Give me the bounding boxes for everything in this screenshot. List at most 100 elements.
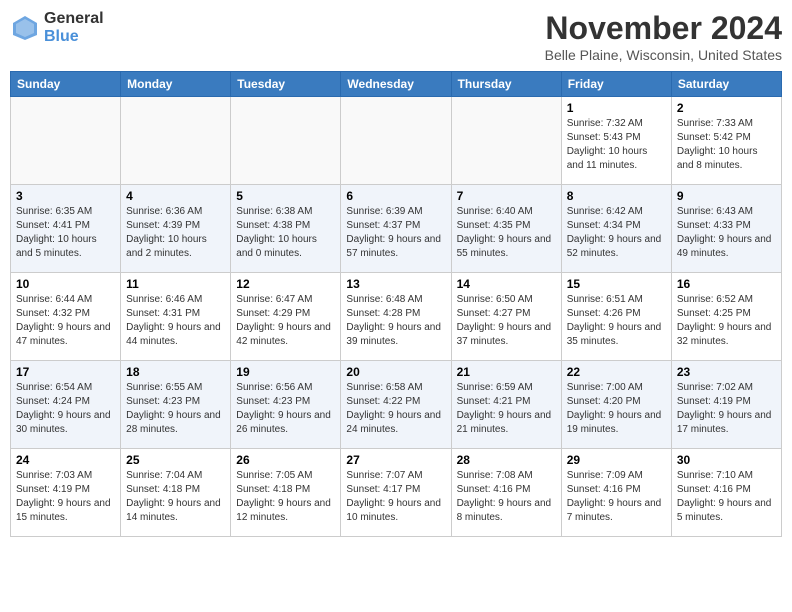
- day-info: Sunrise: 6:48 AM Sunset: 4:28 PM Dayligh…: [346, 293, 445, 349]
- day-number: 19: [236, 365, 335, 379]
- day-header-tuesday: Tuesday: [231, 72, 341, 97]
- day-info: Sunrise: 6:52 AM Sunset: 4:25 PM Dayligh…: [677, 293, 776, 349]
- calendar-table: SundayMondayTuesdayWednesdayThursdayFrid…: [10, 71, 782, 537]
- day-info: Sunrise: 6:35 AM Sunset: 4:41 PM Dayligh…: [16, 205, 115, 261]
- calendar-day: 25 Sunrise: 7:04 AM Sunset: 4:18 PM Dayli…: [121, 449, 231, 537]
- day-number: 10: [16, 277, 115, 291]
- day-header-sunday: Sunday: [11, 72, 121, 97]
- calendar-day: 2 Sunrise: 7:33 AM Sunset: 5:42 PM Daylig…: [671, 97, 781, 185]
- day-info: Sunrise: 6:38 AM Sunset: 4:38 PM Dayligh…: [236, 205, 335, 261]
- logo-icon: [10, 13, 40, 43]
- day-number: 14: [457, 277, 556, 291]
- day-number: 16: [677, 277, 776, 291]
- day-number: 24: [16, 453, 115, 467]
- calendar-week-row: 3 Sunrise: 6:35 AM Sunset: 4:41 PM Daylig…: [11, 185, 782, 273]
- day-info: Sunrise: 6:56 AM Sunset: 4:23 PM Dayligh…: [236, 381, 335, 437]
- month-title: November 2024: [545, 10, 782, 47]
- day-number: 29: [567, 453, 666, 467]
- day-info: Sunrise: 6:43 AM Sunset: 4:33 PM Dayligh…: [677, 205, 776, 261]
- day-number: 15: [567, 277, 666, 291]
- day-number: 12: [236, 277, 335, 291]
- calendar-day: 29 Sunrise: 7:09 AM Sunset: 4:16 PM Dayli…: [561, 449, 671, 537]
- calendar-day: [451, 97, 561, 185]
- calendar-day: 26Sunrise: 7:05 AM Sunset: 4:18 PM Dayli…: [231, 449, 341, 537]
- day-number: 3: [16, 189, 115, 203]
- day-info: Sunrise: 6:54 AM Sunset: 4:24 PM Dayligh…: [16, 381, 115, 437]
- calendar-day: 16 Sunrise: 6:52 AM Sunset: 4:25 PM Dayli…: [671, 273, 781, 361]
- day-info: Sunrise: 6:55 AM Sunset: 4:23 PM Dayligh…: [126, 381, 225, 437]
- day-info: Sunrise: 7:02 AM Sunset: 4:19 PM Dayligh…: [677, 381, 776, 437]
- calendar-day: 21 Sunrise: 6:59 AM Sunset: 4:21 PM Dayli…: [451, 361, 561, 449]
- day-number: 26: [236, 453, 335, 467]
- calendar-header-row: SundayMondayTuesdayWednesdayThursdayFrid…: [11, 72, 782, 97]
- day-info: Sunrise: 6:58 AM Sunset: 4:22 PM Dayligh…: [346, 381, 445, 437]
- calendar-day: 5 Sunrise: 6:38 AM Sunset: 4:38 PM Daylig…: [231, 185, 341, 273]
- day-info: Sunrise: 6:51 AM Sunset: 4:26 PM Dayligh…: [567, 293, 666, 349]
- day-number: 9: [677, 189, 776, 203]
- calendar-day: 17Sunrise: 6:54 AM Sunset: 4:24 PM Dayli…: [11, 361, 121, 449]
- calendar-day: 8Sunrise: 6:42 AM Sunset: 4:34 PM Daylig…: [561, 185, 671, 273]
- day-header-friday: Friday: [561, 72, 671, 97]
- day-number: 20: [346, 365, 445, 379]
- day-info: Sunrise: 6:42 AM Sunset: 4:34 PM Dayligh…: [567, 205, 666, 261]
- day-info: Sunrise: 6:40 AM Sunset: 4:35 PM Dayligh…: [457, 205, 556, 261]
- calendar-day: 12 Sunrise: 6:47 AM Sunset: 4:29 PM Dayli…: [231, 273, 341, 361]
- day-number: 30: [677, 453, 776, 467]
- day-info: Sunrise: 6:50 AM Sunset: 4:27 PM Dayligh…: [457, 293, 556, 349]
- calendar-day: 1Sunrise: 7:32 AM Sunset: 5:43 PM Daylig…: [561, 97, 671, 185]
- day-info: Sunrise: 7:03 AM Sunset: 4:19 PM Dayligh…: [16, 469, 115, 525]
- calendar-day: 9 Sunrise: 6:43 AM Sunset: 4:33 PM Daylig…: [671, 185, 781, 273]
- calendar-week-row: 10 Sunrise: 6:44 AM Sunset: 4:32 PM Dayli…: [11, 273, 782, 361]
- day-info: Sunrise: 7:07 AM Sunset: 4:17 PM Dayligh…: [346, 469, 445, 525]
- day-header-saturday: Saturday: [671, 72, 781, 97]
- day-info: Sunrise: 7:09 AM Sunset: 4:16 PM Dayligh…: [567, 469, 666, 525]
- calendar-week-row: 24 Sunrise: 7:03 AM Sunset: 4:19 PM Dayli…: [11, 449, 782, 537]
- day-info: Sunrise: 7:10 AM Sunset: 4:16 PM Dayligh…: [677, 469, 776, 525]
- calendar-day: 18 Sunrise: 6:55 AM Sunset: 4:23 PM Dayli…: [121, 361, 231, 449]
- calendar-day: 13 Sunrise: 6:48 AM Sunset: 4:28 PM Dayli…: [341, 273, 451, 361]
- day-info: Sunrise: 6:46 AM Sunset: 4:31 PM Dayligh…: [126, 293, 225, 349]
- day-number: 23: [677, 365, 776, 379]
- calendar-day: 3 Sunrise: 6:35 AM Sunset: 4:41 PM Daylig…: [11, 185, 121, 273]
- calendar-day: 10 Sunrise: 6:44 AM Sunset: 4:32 PM Dayli…: [11, 273, 121, 361]
- day-header-thursday: Thursday: [451, 72, 561, 97]
- day-info: Sunrise: 7:33 AM Sunset: 5:42 PM Dayligh…: [677, 117, 776, 173]
- day-number: 25: [126, 453, 225, 467]
- day-number: 6: [346, 189, 445, 203]
- calendar-day: 14 Sunrise: 6:50 AM Sunset: 4:27 PM Dayli…: [451, 273, 561, 361]
- day-info: Sunrise: 6:44 AM Sunset: 4:32 PM Dayligh…: [16, 293, 115, 349]
- calendar-day: [121, 97, 231, 185]
- calendar-day: 19 Sunrise: 6:56 AM Sunset: 4:23 PM Dayli…: [231, 361, 341, 449]
- calendar-day: [11, 97, 121, 185]
- day-info: Sunrise: 7:08 AM Sunset: 4:16 PM Dayligh…: [457, 469, 556, 525]
- day-number: 18: [126, 365, 225, 379]
- day-header-wednesday: Wednesday: [341, 72, 451, 97]
- day-number: 5: [236, 189, 335, 203]
- calendar-week-row: 1Sunrise: 7:32 AM Sunset: 5:43 PM Daylig…: [11, 97, 782, 185]
- day-number: 21: [457, 365, 556, 379]
- day-number: 11: [126, 277, 225, 291]
- day-info: Sunrise: 7:04 AM Sunset: 4:18 PM Dayligh…: [126, 469, 225, 525]
- calendar-day: 28Sunrise: 7:08 AM Sunset: 4:16 PM Dayli…: [451, 449, 561, 537]
- calendar-day: [341, 97, 451, 185]
- day-info: Sunrise: 7:32 AM Sunset: 5:43 PM Dayligh…: [567, 117, 666, 173]
- day-info: Sunrise: 6:47 AM Sunset: 4:29 PM Dayligh…: [236, 293, 335, 349]
- day-header-monday: Monday: [121, 72, 231, 97]
- title-block: November 2024 Belle Plaine, Wisconsin, U…: [545, 10, 782, 63]
- day-number: 2: [677, 101, 776, 115]
- calendar-day: 23 Sunrise: 7:02 AM Sunset: 4:19 PM Dayli…: [671, 361, 781, 449]
- calendar-day: [231, 97, 341, 185]
- calendar-day: 27Sunrise: 7:07 AM Sunset: 4:17 PM Dayli…: [341, 449, 451, 537]
- calendar-day: 30 Sunrise: 7:10 AM Sunset: 4:16 PM Dayli…: [671, 449, 781, 537]
- calendar-day: 6 Sunrise: 6:39 AM Sunset: 4:37 PM Daylig…: [341, 185, 451, 273]
- day-number: 4: [126, 189, 225, 203]
- calendar-day: 11 Sunrise: 6:46 AM Sunset: 4:31 PM Dayli…: [121, 273, 231, 361]
- logo-text: General Blue: [44, 10, 104, 45]
- day-info: Sunrise: 7:00 AM Sunset: 4:20 PM Dayligh…: [567, 381, 666, 437]
- day-info: Sunrise: 6:36 AM Sunset: 4:39 PM Dayligh…: [126, 205, 225, 261]
- day-number: 7: [457, 189, 556, 203]
- day-info: Sunrise: 6:59 AM Sunset: 4:21 PM Dayligh…: [457, 381, 556, 437]
- day-info: Sunrise: 6:39 AM Sunset: 4:37 PM Dayligh…: [346, 205, 445, 261]
- location: Belle Plaine, Wisconsin, United States: [545, 47, 782, 63]
- day-number: 13: [346, 277, 445, 291]
